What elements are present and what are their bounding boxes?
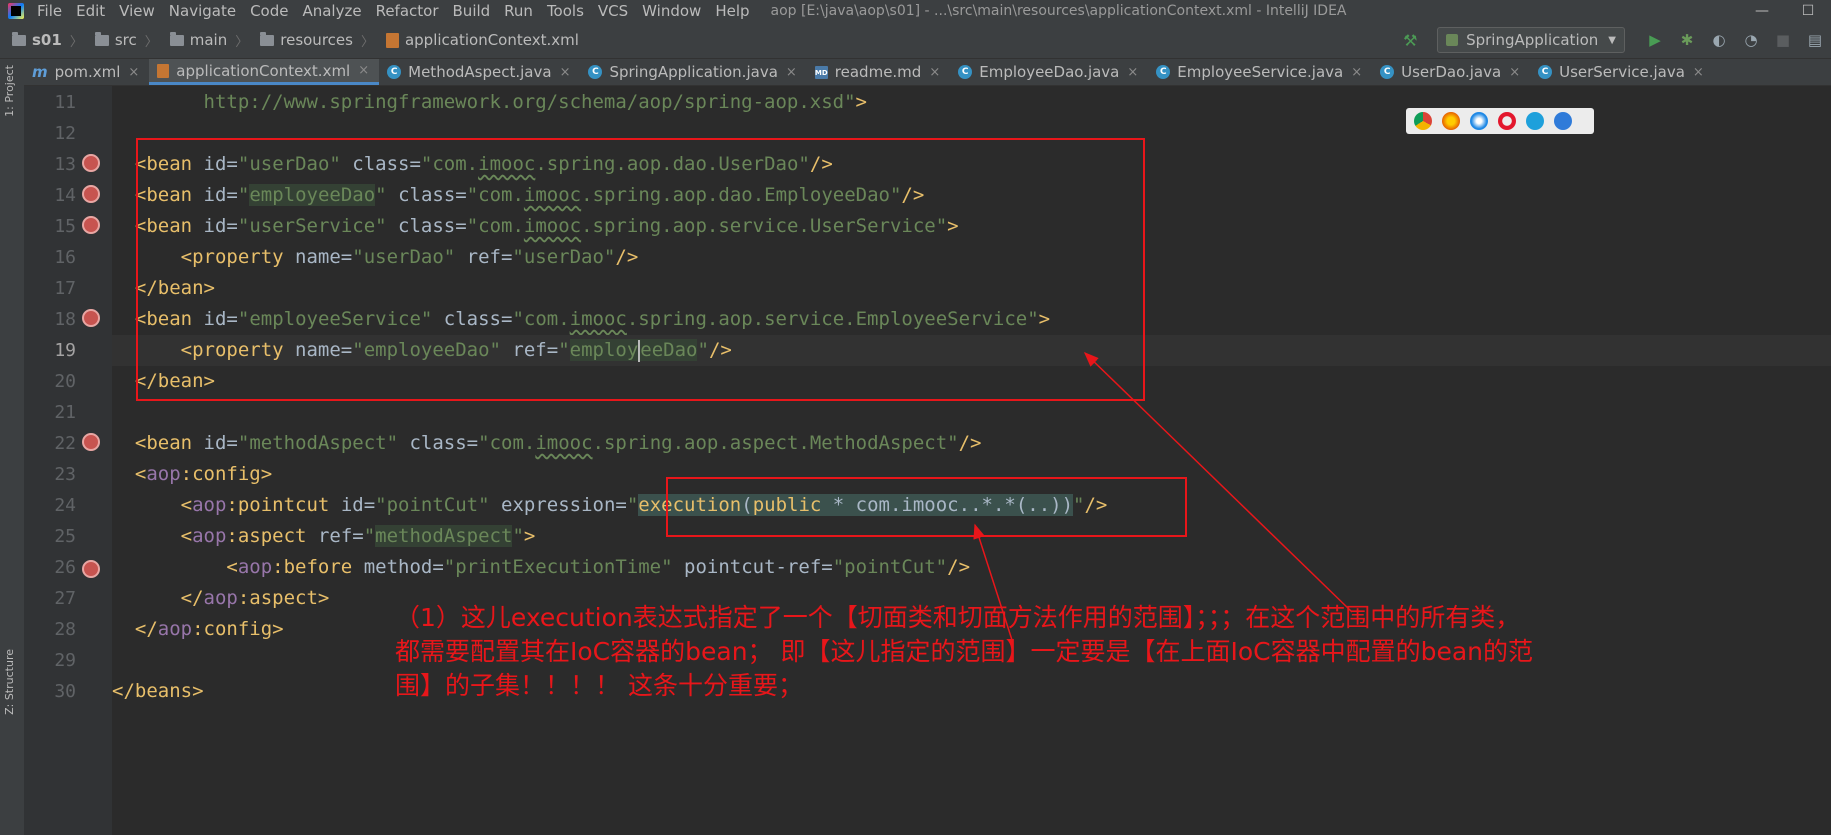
arrow-to-bean-config	[1083, 351, 1353, 613]
annotation-note: （1）这儿execution表达式指定了一个【切面类和切面方法作用的范围】；；；…	[395, 603, 1534, 700]
annotation-arrows	[973, 351, 1353, 641]
